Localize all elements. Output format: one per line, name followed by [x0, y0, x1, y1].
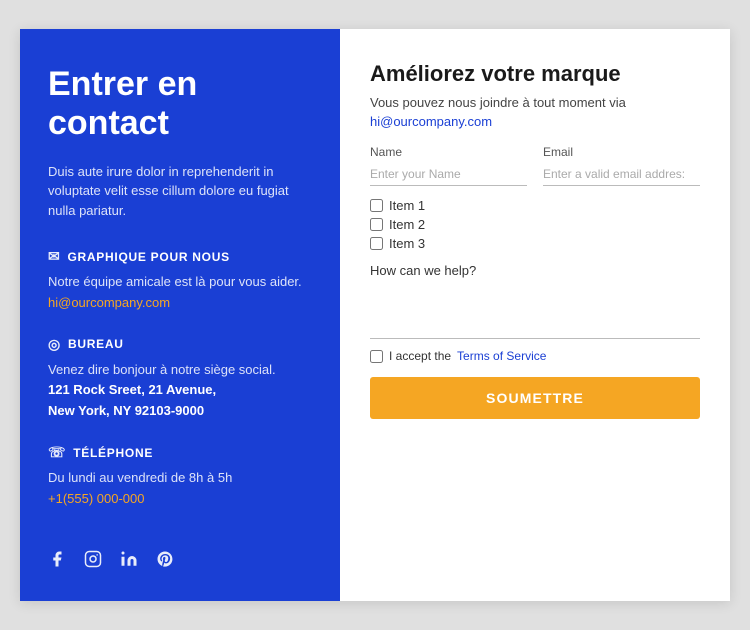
- terms-text: I accept the: [389, 349, 451, 363]
- facebook-icon[interactable]: [48, 550, 66, 573]
- terms-checkbox[interactable]: [370, 350, 383, 363]
- right-subtitle: Vous pouvez nous joindre à tout moment v…: [370, 95, 700, 110]
- phone-icon: ☏: [48, 444, 66, 461]
- bureau-description: Venez dire bonjour à notre siège social.: [48, 362, 276, 377]
- checkbox-2[interactable]: [370, 218, 383, 231]
- checkbox-item-3[interactable]: Item 3: [370, 236, 700, 251]
- right-title: Améliorez votre marque: [370, 61, 700, 87]
- submit-button[interactable]: SOUMETTRE: [370, 377, 700, 419]
- section-bureau-label: BUREAU: [68, 337, 124, 351]
- telephone-phone-link[interactable]: +1(555) 000-000: [48, 491, 145, 506]
- social-row: [48, 550, 312, 573]
- bureau-address1: 121 Rock Sreet, 21 Avenue,: [48, 382, 216, 397]
- checkbox-label-2: Item 2: [389, 217, 425, 232]
- section-bureau-body: Venez dire bonjour à notre siège social.…: [48, 360, 312, 422]
- terms-link[interactable]: Terms of Service: [457, 349, 546, 363]
- help-label: How can we help?: [370, 263, 700, 278]
- telephone-description: Du lundi au vendredi de 8h à 5h: [48, 470, 232, 485]
- bureau-address2: New York, NY 92103-9000: [48, 403, 204, 418]
- email-label: Email: [543, 145, 700, 159]
- checkbox-item-2[interactable]: Item 2: [370, 217, 700, 232]
- graphique-email-link[interactable]: hi@ourcompany.com: [48, 295, 170, 310]
- section-bureau: ◎ BUREAU Venez dire bonjour à notre sièg…: [48, 336, 312, 422]
- right-email-link[interactable]: hi@ourcompany.com: [370, 114, 700, 129]
- checkbox-label-3: Item 3: [389, 236, 425, 251]
- left-description: Duis aute irure dolor in reprehenderit i…: [48, 162, 312, 221]
- section-telephone-label: TÉLÉPHONE: [73, 446, 153, 460]
- form-name-email-row: Name Email: [370, 145, 700, 186]
- instagram-icon[interactable]: [84, 550, 102, 573]
- name-label: Name: [370, 145, 527, 159]
- checkbox-3[interactable]: [370, 237, 383, 250]
- checkbox-1[interactable]: [370, 199, 383, 212]
- name-input[interactable]: [370, 163, 527, 186]
- section-graphique-header: ✉ GRAPHIQUE POUR NOUS: [48, 248, 312, 265]
- section-graphique: ✉ GRAPHIQUE POUR NOUS Notre équipe amica…: [48, 248, 312, 314]
- main-container: Entrer en contact Duis aute irure dolor …: [20, 29, 730, 600]
- email-form-group: Email: [543, 145, 700, 186]
- terms-row: I accept the Terms of Service: [370, 349, 700, 363]
- checkbox-item-1[interactable]: Item 1: [370, 198, 700, 213]
- section-telephone-body: Du lundi au vendredi de 8h à 5h +1(555) …: [48, 468, 312, 510]
- email-icon: ✉: [48, 248, 60, 265]
- name-form-group: Name: [370, 145, 527, 186]
- left-title: Entrer en contact: [48, 65, 312, 143]
- email-input[interactable]: [543, 163, 700, 186]
- section-graphique-body: Notre équipe amicale est là pour vous ai…: [48, 272, 312, 314]
- pinterest-icon[interactable]: [156, 550, 174, 573]
- section-graphique-label: GRAPHIQUE POUR NOUS: [67, 250, 229, 264]
- section-telephone: ☏ TÉLÉPHONE Du lundi au vendredi de 8h à…: [48, 444, 312, 510]
- section-graphique-text: Notre équipe amicale est là pour vous ai…: [48, 274, 302, 289]
- help-textarea[interactable]: [370, 284, 700, 339]
- left-content: Entrer en contact Duis aute irure dolor …: [48, 65, 312, 531]
- checkbox-group: Item 1 Item 2 Item 3: [370, 198, 700, 251]
- location-icon: ◎: [48, 336, 61, 353]
- checkbox-label-1: Item 1: [389, 198, 425, 213]
- left-panel: Entrer en contact Duis aute irure dolor …: [20, 29, 340, 600]
- right-panel: Améliorez votre marque Vous pouvez nous …: [340, 29, 730, 600]
- section-bureau-header: ◎ BUREAU: [48, 336, 312, 353]
- section-telephone-header: ☏ TÉLÉPHONE: [48, 444, 312, 461]
- linkedin-icon[interactable]: [120, 550, 138, 573]
